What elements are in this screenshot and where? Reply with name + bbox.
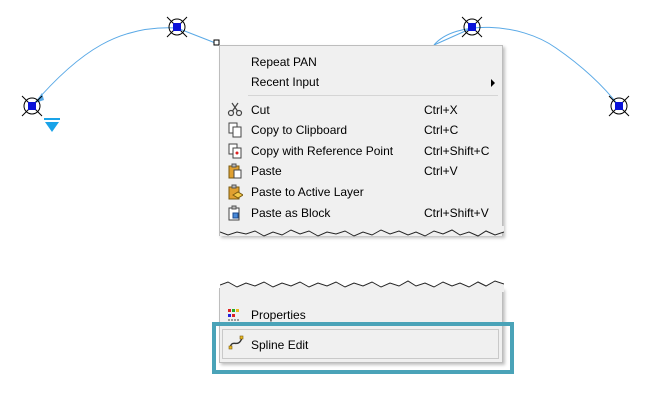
paste-icon	[228, 163, 242, 179]
properties-icon	[228, 309, 239, 321]
menu-item-label: Recent Input	[251, 75, 320, 89]
menu-item-shortcut: Ctrl+Shift+C	[424, 144, 490, 158]
spline-edit-icon	[228, 335, 244, 350]
menu-item-label: Properties	[251, 308, 306, 322]
spline-grip[interactable]	[461, 16, 483, 38]
menu-separator	[248, 95, 498, 96]
menu-item-shortcut: Ctrl+V	[424, 164, 458, 178]
copy-icon	[228, 122, 242, 138]
menu-item-label: Copy to Clipboard	[251, 123, 348, 137]
menu-item-shortcut: Ctrl+Shift+V	[424, 206, 489, 220]
menu-item-label: Repeat PAN	[251, 55, 317, 69]
spline-curve-left[interactable]	[31, 27, 178, 107]
menu-item-copy-to-clipboard[interactable]: Copy to Clipboard Ctrl+C	[220, 120, 502, 140]
menu-item-label: Paste	[251, 164, 282, 178]
menu-item-shortcut: Ctrl+C	[424, 123, 459, 137]
menu-torn-edge-top	[220, 280, 504, 292]
spline-grip[interactable]	[166, 16, 188, 38]
menu-item-copy-with-reference-point[interactable]: Copy with Reference Point Ctrl+Shift+C	[220, 141, 502, 161]
copy-reference-icon	[228, 143, 242, 159]
menu-item-repeat-pan[interactable]: Repeat PAN	[220, 52, 502, 72]
menu-item-label: Paste to Active Layer	[251, 185, 364, 199]
paste-layer-icon	[228, 184, 243, 200]
menu-item-label: Paste as Block	[251, 206, 331, 220]
scissors-icon	[227, 102, 243, 117]
menu-torn-edge-bottom	[220, 226, 504, 237]
menu-item-label: Spline Edit	[251, 338, 309, 352]
menu-item-shortcut: Ctrl+X	[424, 103, 458, 117]
spline-segment	[433, 27, 473, 46]
submenu-arrow-icon	[491, 79, 495, 87]
menu-item-recent-input[interactable]: Recent Input	[220, 72, 502, 92]
menu-item-cut[interactable]: Cut Ctrl+X	[220, 100, 502, 120]
spline-grip[interactable]	[608, 95, 630, 117]
spline-grip[interactable]	[21, 95, 43, 117]
menu-item-spline-edit[interactable]: Spline Edit	[222, 329, 499, 359]
menu-item-label: Copy with Reference Point	[251, 144, 394, 158]
menu-item-paste-as-block[interactable]: Paste as Block Ctrl+Shift+V	[220, 203, 502, 223]
ucs-marker-icon	[44, 118, 60, 132]
context-menu: Repeat PAN Recent Input Cut Ctrl+X Copy …	[219, 45, 504, 237]
menu-item-paste[interactable]: Paste Ctrl+V	[220, 161, 502, 181]
spline-segment	[176, 27, 219, 45]
menu-item-paste-to-active-layer[interactable]: Paste to Active Layer	[220, 182, 502, 202]
menu-item-label: Cut	[251, 103, 270, 117]
paste-block-icon	[228, 205, 240, 221]
